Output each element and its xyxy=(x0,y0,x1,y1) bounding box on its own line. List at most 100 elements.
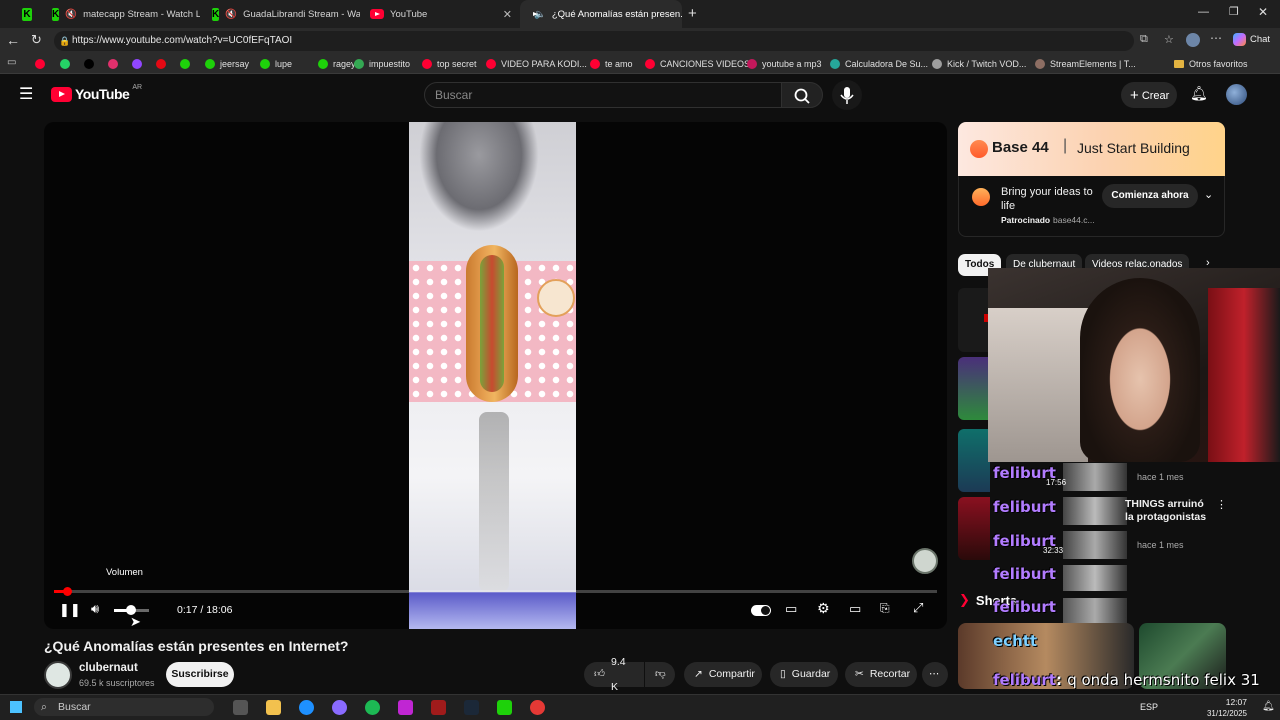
address-bar[interactable]: 🔒 https://www.youtube.com/watch?v=UC0fEF… xyxy=(54,31,1134,51)
related-thumbnail[interactable] xyxy=(958,429,990,492)
search-button[interactable] xyxy=(781,82,823,108)
capcut-icon[interactable] xyxy=(398,700,413,715)
bookmark-item[interactable] xyxy=(132,57,142,71)
bookmark-item[interactable]: top secret xyxy=(422,57,477,71)
task-view-icon[interactable] xyxy=(233,700,248,715)
ad-tagline: Just Start Building xyxy=(1077,140,1190,156)
more-vertical-icon[interactable]: ⋮ xyxy=(1216,498,1227,511)
bookmark-item[interactable]: Calculadora De Su... xyxy=(830,57,928,71)
bookmark-item[interactable]: CANCIONES VIDEOS xyxy=(645,57,750,71)
steam-icon[interactable] xyxy=(464,700,479,715)
tab-actions-icon[interactable]: ▭ xyxy=(7,57,16,68)
ad-card[interactable]: Bring your ideas to life Patrocinado · b… xyxy=(958,176,1225,237)
bookmark-item[interactable]: lupe xyxy=(260,57,292,71)
tab-guadalibrandi[interactable]: K 🔇 GuadaLibrandi Stream - Watc... ✕ xyxy=(204,0,360,28)
autoplay-toggle[interactable] xyxy=(751,605,771,616)
tab-current-video[interactable]: 🔈 ¿Qué Anomalías están presen... ✕ xyxy=(520,0,682,28)
clip-button[interactable]: ✂ Recortar xyxy=(845,662,917,687)
channel-watermark[interactable] xyxy=(912,548,938,574)
bookmark-item[interactable]: ragey xyxy=(318,57,356,71)
related-thumbnail[interactable] xyxy=(1063,463,1127,491)
kick-app-icon[interactable] xyxy=(497,700,512,715)
menu-icon[interactable]: ☰ xyxy=(19,84,33,104)
like-button[interactable]: 👍︎ 9.4 K xyxy=(584,656,644,693)
language-indicator[interactable]: ESP xyxy=(1140,702,1158,712)
related-thumbnail[interactable] xyxy=(958,288,990,352)
related-thumbnail[interactable] xyxy=(1063,531,1127,559)
ad-banner[interactable]: Base 44 | Just Start Building xyxy=(958,122,1225,176)
create-button[interactable]: + Crear xyxy=(1121,82,1177,108)
back-button[interactable]: ← xyxy=(6,32,20,48)
share-button[interactable]: ↗ Compartir xyxy=(684,662,762,687)
tab-youtube[interactable]: YouTube ✕ xyxy=(362,0,520,28)
bookmark-item[interactable]: StreamElements | T... xyxy=(1035,57,1136,71)
related-thumbnail[interactable] xyxy=(1063,565,1127,591)
account-avatar[interactable] xyxy=(1226,84,1247,105)
other-bookmarks[interactable]: Otros favoritos xyxy=(1174,57,1248,71)
bookmark-item[interactable] xyxy=(35,57,45,71)
maximize-button[interactable]: ❐ xyxy=(1229,5,1239,18)
fullscreen-icon[interactable]: ⤢ xyxy=(913,600,923,616)
cast-icon[interactable]: ⎘ xyxy=(880,601,890,616)
channel-avatar[interactable] xyxy=(44,661,72,689)
video-player[interactable]: Volumen ❚❚ 🔊︎ ➤ 0:17 / 18:06 ▭ ⚙ ▭ ⎘ ⤢ xyxy=(44,122,947,629)
subtitles-icon[interactable]: ▭ xyxy=(785,601,797,617)
progress-bar[interactable] xyxy=(54,590,937,593)
close-window-button[interactable]: ✕ xyxy=(1258,5,1268,19)
bookmark-item[interactable]: youtube a mp3 xyxy=(747,57,822,71)
search-input[interactable]: Buscar xyxy=(424,82,782,108)
windows-start-icon[interactable] xyxy=(10,701,22,713)
more-options-icon[interactable]: ⋯ xyxy=(1210,31,1222,45)
refresh-button[interactable]: ↻ xyxy=(31,32,42,48)
new-tab-button[interactable]: + xyxy=(688,5,697,22)
bookmark-item[interactable]: jeersay xyxy=(205,57,249,71)
taskbar-search-input[interactable]: ⌕ Buscar xyxy=(34,698,214,716)
chevron-down-icon[interactable]: ⌄ xyxy=(1204,188,1213,201)
more-actions-button[interactable]: ⋯ xyxy=(922,662,948,687)
close-icon[interactable]: ✕ xyxy=(503,8,512,21)
bookmark-item[interactable] xyxy=(108,57,118,71)
edge-icon[interactable] xyxy=(299,700,314,715)
bookmark-item[interactable]: te amo xyxy=(590,57,633,71)
pause-button[interactable]: ❚❚ xyxy=(59,602,81,618)
bookmark-item[interactable]: Kick / Twitch VOD... xyxy=(932,57,1026,71)
profile-avatar[interactable] xyxy=(1186,33,1200,47)
bookmark-item[interactable] xyxy=(60,57,70,71)
youtube-logo[interactable]: YouTube AR xyxy=(51,84,142,102)
notifications-icon[interactable]: 🔔︎ xyxy=(1262,701,1275,712)
related-video-title[interactable]: THINGS arruinó la protagonistas xyxy=(1125,498,1215,524)
related-thumbnail[interactable] xyxy=(958,357,990,420)
related-thumbnail[interactable] xyxy=(1063,598,1127,624)
notifications-bell-icon[interactable]: 🔔︎ xyxy=(1190,85,1208,102)
tab-matecapp[interactable]: K 🔇 matecapp Stream - Watch Li... xyxy=(44,0,200,28)
progress-scrubber[interactable] xyxy=(63,587,72,596)
copilot-chat-button[interactable]: Chat xyxy=(1233,33,1270,46)
clock-date[interactable]: 31/12/2025 xyxy=(1200,709,1247,718)
minimize-button[interactable]: — xyxy=(1198,6,1209,18)
tab-kick-pinned[interactable]: K xyxy=(14,0,40,28)
related-thumbnail[interactable] xyxy=(958,497,990,560)
bookmark-item[interactable]: impuestito xyxy=(354,57,410,71)
settings-gear-icon[interactable]: ⚙ xyxy=(817,600,830,617)
bookmark-item[interactable] xyxy=(156,57,166,71)
file-explorer-icon[interactable] xyxy=(266,700,281,715)
bookmark-item[interactable]: VIDEO PARA KODI... xyxy=(486,57,587,71)
dislike-button[interactable]: 👎︎ xyxy=(645,662,675,687)
voice-search-button[interactable] xyxy=(832,80,862,110)
clock-time[interactable]: 12:07 xyxy=(1213,697,1247,707)
favorites-icon[interactable]: ☆ xyxy=(1164,33,1174,46)
bookmark-item[interactable] xyxy=(180,57,190,71)
save-button[interactable]: ▯ Guardar xyxy=(770,662,838,687)
extensions-icon[interactable]: ⧉ xyxy=(1140,33,1148,46)
bookmark-item[interactable] xyxy=(84,57,94,71)
obs-icon[interactable] xyxy=(530,700,545,715)
app-icon[interactable] xyxy=(431,700,446,715)
spotify-icon[interactable] xyxy=(365,700,380,715)
subscribe-button[interactable]: Suscribirse xyxy=(166,662,234,687)
app-icon[interactable] xyxy=(332,700,347,715)
volume-icon[interactable]: 🔊︎ xyxy=(91,601,99,617)
channel-name[interactable]: clubernaut xyxy=(79,662,138,674)
ad-cta-button[interactable]: Comienza ahora xyxy=(1102,184,1198,208)
related-thumbnail[interactable] xyxy=(1063,497,1127,525)
theater-mode-icon[interactable]: ▭ xyxy=(849,601,861,617)
